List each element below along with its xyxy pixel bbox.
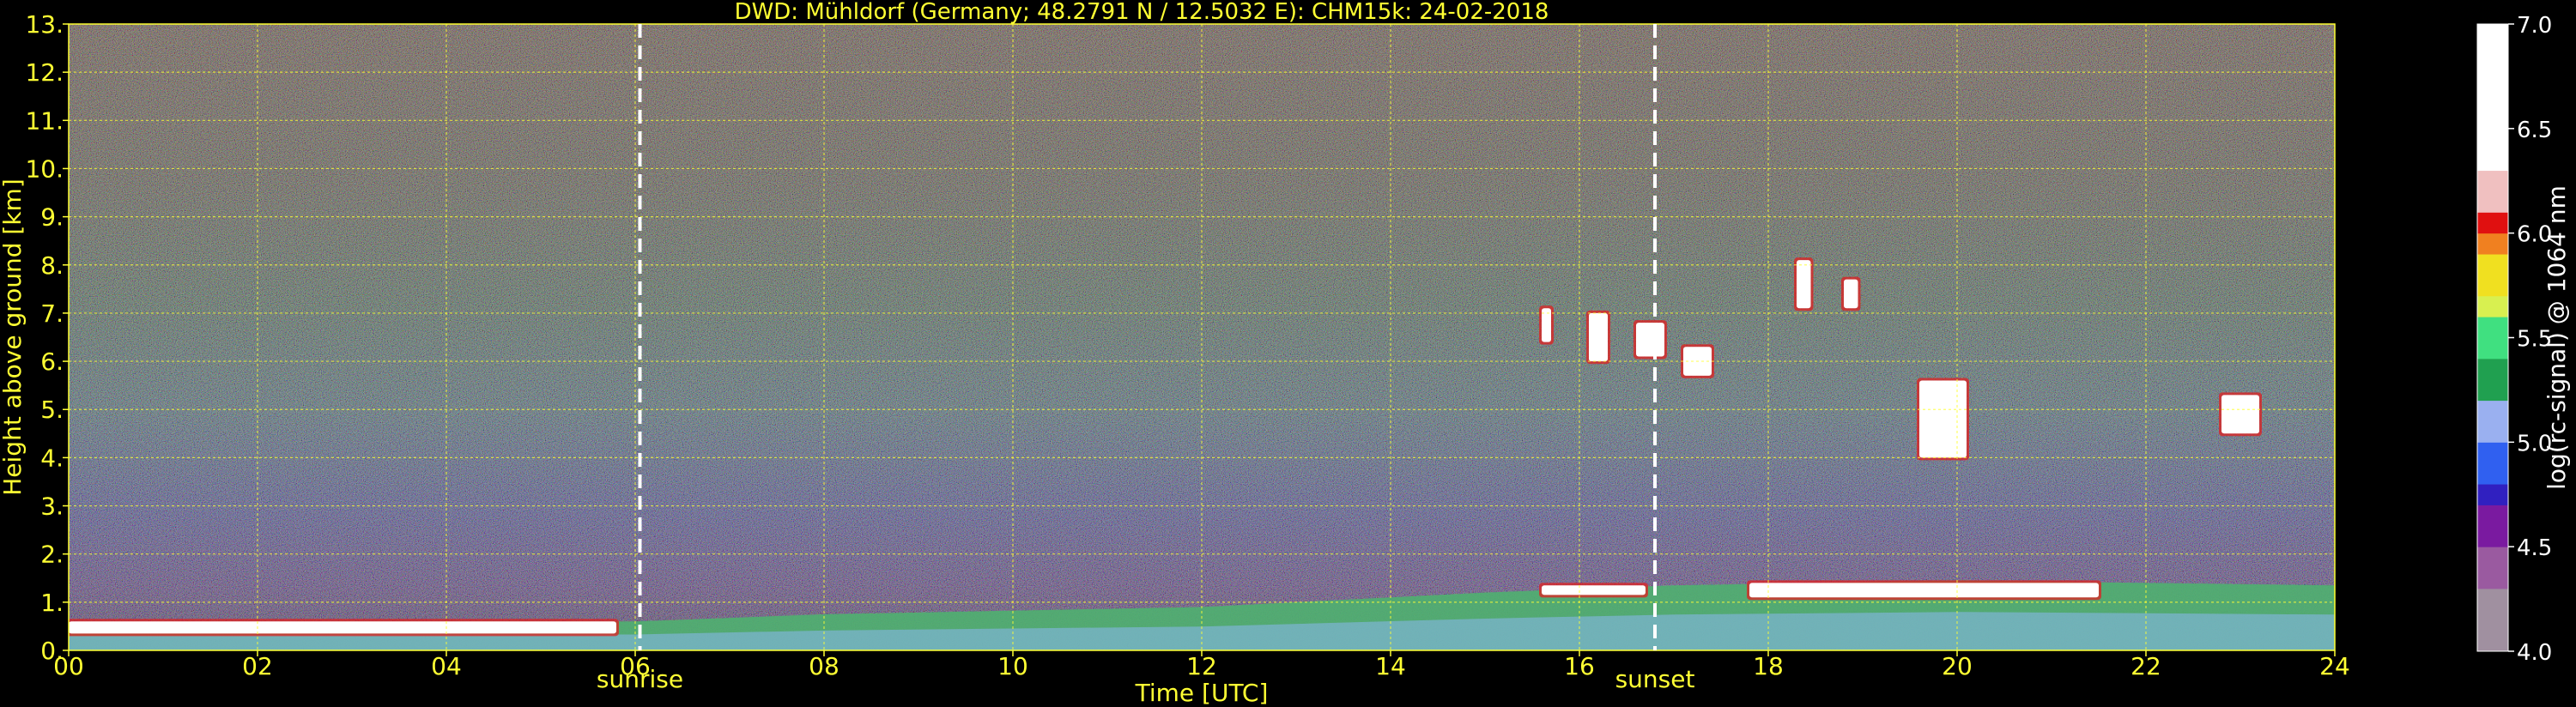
y-tick-label: 7.: [40, 299, 64, 328]
y-tick-label: 1.: [40, 589, 64, 617]
cloud: [1797, 260, 1811, 309]
y-axis-ticks: 0. 1. 2. 3. 4. 5. 6. 7. 8. 9. 10. 11. 12. 13.: [25, 10, 69, 665]
colorbar-band: [2477, 567, 2508, 589]
y-tick-label: 8.: [40, 251, 64, 280]
cloud: [1542, 585, 1646, 595]
chart-title: DWD: Mühldorf (Germany; 48.2791 N / 12.5…: [735, 0, 1549, 25]
x-tick-label: 16: [1564, 652, 1595, 680]
colorbar-band: [2477, 588, 2508, 610]
colorbar-band: [2477, 233, 2508, 255]
colorbar-band: [2477, 442, 2508, 464]
colorbar-tick-label: 4.0: [2517, 640, 2552, 666]
colorbar-band: [2477, 609, 2508, 631]
y-tick-label: 4.: [40, 444, 64, 472]
cloud: [1589, 312, 1608, 362]
y-tick-label: 0.: [40, 637, 64, 665]
colorbar-band: [2477, 107, 2508, 130]
lidar-ceilometer-figure: DWD: Mühldorf (Germany; 48.2791 N / 12.5…: [0, 0, 2571, 707]
colorbar-band: [2477, 630, 2508, 652]
y-tick-label: 11.: [25, 106, 64, 135]
colorbar-tick-label: 4.5: [2517, 535, 2552, 561]
y-tick-label: 6.: [40, 347, 64, 376]
colorbar-label: log(rc-signal) @ 1064 nm: [2543, 185, 2571, 490]
colorbar: 4.04.55.05.56.06.57.0: [2476, 13, 2552, 666]
x-tick-label: 22: [2131, 652, 2161, 680]
y-axis-label: Height above ground [km]: [0, 178, 27, 496]
colorbar-band: [2477, 337, 2508, 360]
colorbar-band: [2477, 525, 2508, 547]
y-tick-label: 9.: [40, 203, 64, 232]
x-tick-label: 12: [1186, 652, 1217, 680]
colorbar-band: [2477, 24, 2508, 45]
x-tick-label: 04: [431, 652, 462, 680]
x-tick-label: 02: [242, 652, 273, 680]
cloud: [2221, 395, 2259, 434]
y-tick-label: 5.: [40, 396, 64, 424]
x-tick-label: 18: [1753, 652, 1784, 680]
y-tick-label: 13.: [25, 10, 64, 39]
colorbar-band: [2477, 462, 2508, 485]
x-tick-label: 06: [620, 652, 651, 680]
y-tick-label: 3.: [40, 492, 64, 521]
colorbar-band: [2477, 505, 2508, 527]
colorbar-band: [2477, 379, 2508, 402]
colorbar-band: [2477, 317, 2508, 338]
x-tick-label: 24: [2319, 652, 2350, 680]
cloud: [1636, 323, 1664, 357]
colorbar-band: [2477, 295, 2508, 317]
colorbar-band: [2477, 87, 2508, 108]
cloud: [1919, 380, 1967, 458]
colorbar-band: [2477, 400, 2508, 422]
x-axis-label: Time [UTC]: [1135, 679, 1269, 707]
colorbar-band: [2477, 254, 2508, 275]
cloud: [69, 621, 616, 634]
x-tick-label: 08: [809, 652, 839, 680]
colorbar-tick-label: 6.5: [2517, 118, 2552, 143]
colorbar-band: [2477, 484, 2508, 505]
annotation-label: sunset: [1615, 665, 1695, 693]
colorbar-band: [2477, 212, 2508, 234]
colorbar-band: [2477, 149, 2508, 172]
colorbar-band: [2477, 420, 2508, 443]
y-tick-label: 12.: [25, 58, 64, 87]
colorbar-band: [2477, 275, 2508, 297]
x-axis-ticks: 00 02 04 06 08 10 12 14 16 18 20 22 24: [53, 650, 2350, 680]
colorbar-band: [2477, 547, 2508, 569]
x-tick-label: 20: [1942, 652, 1973, 680]
y-tick-label: 10.: [25, 154, 64, 183]
colorbar-band: [2477, 65, 2508, 88]
y-tick-label: 2.: [40, 541, 64, 569]
colorbar-band: [2477, 190, 2508, 213]
plot-area: [69, 24, 2335, 650]
colorbar-band: [2477, 358, 2508, 380]
cloud: [1844, 279, 1858, 309]
cloud: [1749, 583, 2099, 598]
colorbar-band: [2477, 128, 2508, 150]
colorbar-band: [2477, 170, 2508, 192]
x-tick-label: 10: [997, 652, 1028, 680]
colorbar-band: [2477, 45, 2508, 67]
colorbar-tick-label: 7.0: [2517, 13, 2552, 39]
x-tick-label: 14: [1375, 652, 1406, 680]
